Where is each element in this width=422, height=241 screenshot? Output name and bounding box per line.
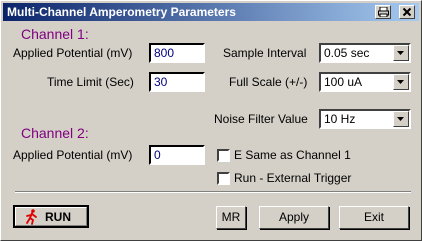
external-trigger-label: Run - External Trigger	[234, 171, 352, 185]
separator-highlight	[15, 192, 411, 193]
dialog-window: Multi-Channel Amperometry Parameters Cha…	[0, 0, 422, 241]
full-scale-select[interactable]: 100 uA	[319, 72, 411, 92]
exit-button[interactable]: Exit	[339, 206, 409, 229]
channel2-heading: Channel 2:	[21, 125, 89, 141]
noise-filter-dropdown-button[interactable]	[393, 111, 409, 127]
channel2-applied-potential-label: Applied Potential (mV)	[13, 148, 133, 162]
sample-interval-dropdown-button[interactable]	[393, 45, 409, 61]
external-trigger-checkbox[interactable]	[217, 172, 230, 185]
sample-interval-label: Sample Interval	[223, 46, 307, 60]
same-as-channel1-checkbox[interactable]	[217, 149, 230, 162]
run-button-label: RUN	[45, 210, 71, 224]
channel2-applied-potential-input[interactable]: 0	[149, 145, 205, 165]
chevron-down-icon	[397, 117, 404, 121]
same-as-channel1-label: E Same as Channel 1	[234, 148, 351, 162]
noise-filter-value: 10 Hz	[324, 112, 356, 126]
sample-interval-value: 0.05 sec	[324, 46, 370, 60]
close-button[interactable]	[399, 5, 415, 19]
time-limit-label: Time Limit (Sec)	[47, 75, 134, 89]
channel1-applied-potential-input[interactable]: 800	[149, 43, 205, 63]
apply-button[interactable]: Apply	[259, 206, 329, 229]
time-limit-input[interactable]: 30	[149, 72, 205, 92]
print-button[interactable]	[375, 5, 391, 19]
full-scale-value: 100 uA	[324, 75, 363, 89]
noise-filter-select[interactable]: 10 Hz	[319, 109, 411, 129]
run-button[interactable]: RUN	[13, 205, 89, 228]
window-title: Multi-Channel Amperometry Parameters	[7, 5, 236, 19]
full-scale-dropdown-button[interactable]	[393, 74, 409, 90]
chevron-down-icon	[397, 51, 404, 55]
full-scale-label: Full Scale (+/-)	[229, 75, 308, 89]
running-man-icon	[26, 209, 37, 225]
noise-filter-label: Noise Filter Value	[214, 112, 308, 126]
close-icon	[402, 7, 412, 17]
sample-interval-select[interactable]: 0.05 sec	[319, 43, 411, 63]
printer-icon	[378, 7, 389, 17]
mr-button[interactable]: MR	[216, 206, 246, 229]
title-bar[interactable]: Multi-Channel Amperometry Parameters	[3, 3, 419, 21]
channel1-applied-potential-label: Applied Potential (mV)	[13, 46, 133, 60]
channel1-heading: Channel 1:	[21, 26, 89, 42]
chevron-down-icon	[397, 80, 404, 84]
